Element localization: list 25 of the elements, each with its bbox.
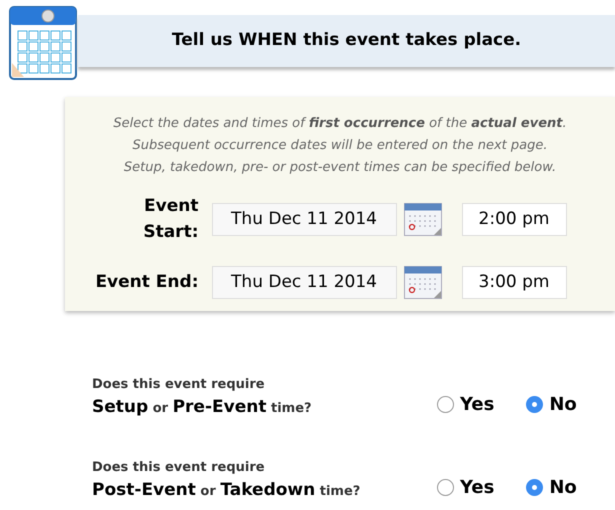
radio-button[interactable] [526, 396, 544, 413]
radio-option[interactable]: No [526, 391, 577, 418]
calendar-icon[interactable] [404, 203, 442, 236]
date-field[interactable]: Thu Dec 11 2014 [212, 203, 396, 236]
question-text: Setup or Pre-Event time? [92, 396, 313, 418]
date-field[interactable]: Thu Dec 11 2014 [212, 266, 396, 299]
header-title: Tell us WHEN this event takes place. [172, 29, 522, 52]
question-text: Post-Event or Takedown time? [92, 478, 362, 502]
instruction-text: Select the dates and times of first occurrence of the actual event. [113, 115, 567, 133]
question-text: Does this event require [92, 376, 266, 394]
field-label: Event Start: [142, 195, 200, 244]
radio-option[interactable]: Yes [437, 474, 494, 501]
instruction-text: Subsequent occurrence dates will be entered on the next page. [132, 137, 548, 155]
field-label: Event End: [94, 270, 200, 294]
instruction-text: Setup, takedown, pre- or post-event times can be specified below. [124, 159, 556, 177]
radio-button[interactable] [437, 396, 454, 413]
time-field[interactable]: 3:00 pm [462, 266, 566, 299]
radio-button[interactable] [526, 479, 544, 496]
radio-button[interactable] [437, 479, 454, 496]
radio-option[interactable]: Yes [437, 391, 494, 418]
calendar-icon [8, 3, 78, 81]
question-text: Does this event require [92, 459, 266, 477]
time-field[interactable]: 2:00 pm [462, 203, 566, 236]
calendar-icon[interactable] [404, 266, 442, 299]
radio-option[interactable]: No [526, 474, 577, 501]
